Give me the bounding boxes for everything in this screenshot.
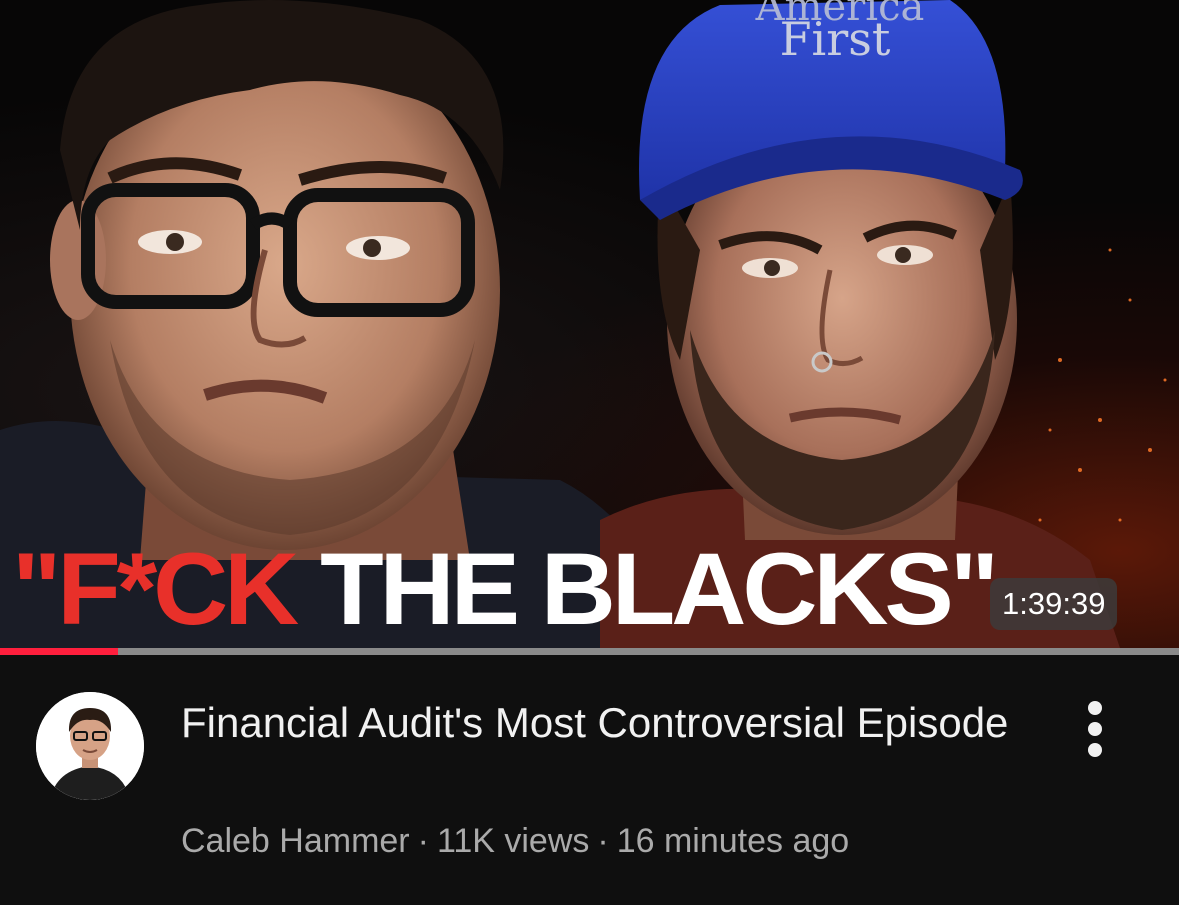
separator-dot: ·: [417, 822, 429, 860]
upload-time: 16 minutes ago: [616, 822, 850, 860]
video-details[interactable]: Financial Audit's Most Controversial Epi…: [0, 655, 1179, 905]
video-thumbnail[interactable]: America First "F*CK THE BLACKS" 1:39:39: [0, 0, 1179, 648]
more-vertical-icon[interactable]: [1075, 697, 1115, 761]
watch-progress-bar: [0, 648, 1179, 655]
caption-red-text: "F*CK: [12, 532, 299, 646]
separator-dot: ·: [597, 822, 609, 860]
duration-badge: 1:39:39: [990, 578, 1118, 630]
channel-name[interactable]: Caleb Hammer: [181, 822, 410, 860]
hat-text-bottom: First: [780, 12, 891, 66]
watch-progress-fill: [0, 648, 118, 655]
caption-white-text: THE BLACKS": [295, 532, 999, 646]
channel-avatar[interactable]: [36, 692, 144, 800]
video-title[interactable]: Financial Audit's Most Controversial Epi…: [181, 695, 1021, 751]
video-metadata: Caleb Hammer · 11K views · 16 minutes ago: [181, 820, 849, 862]
thumbnail-caption: "F*CK THE BLACKS": [12, 538, 999, 640]
view-count: 11K views: [436, 822, 590, 860]
avatar-image: [36, 692, 144, 800]
